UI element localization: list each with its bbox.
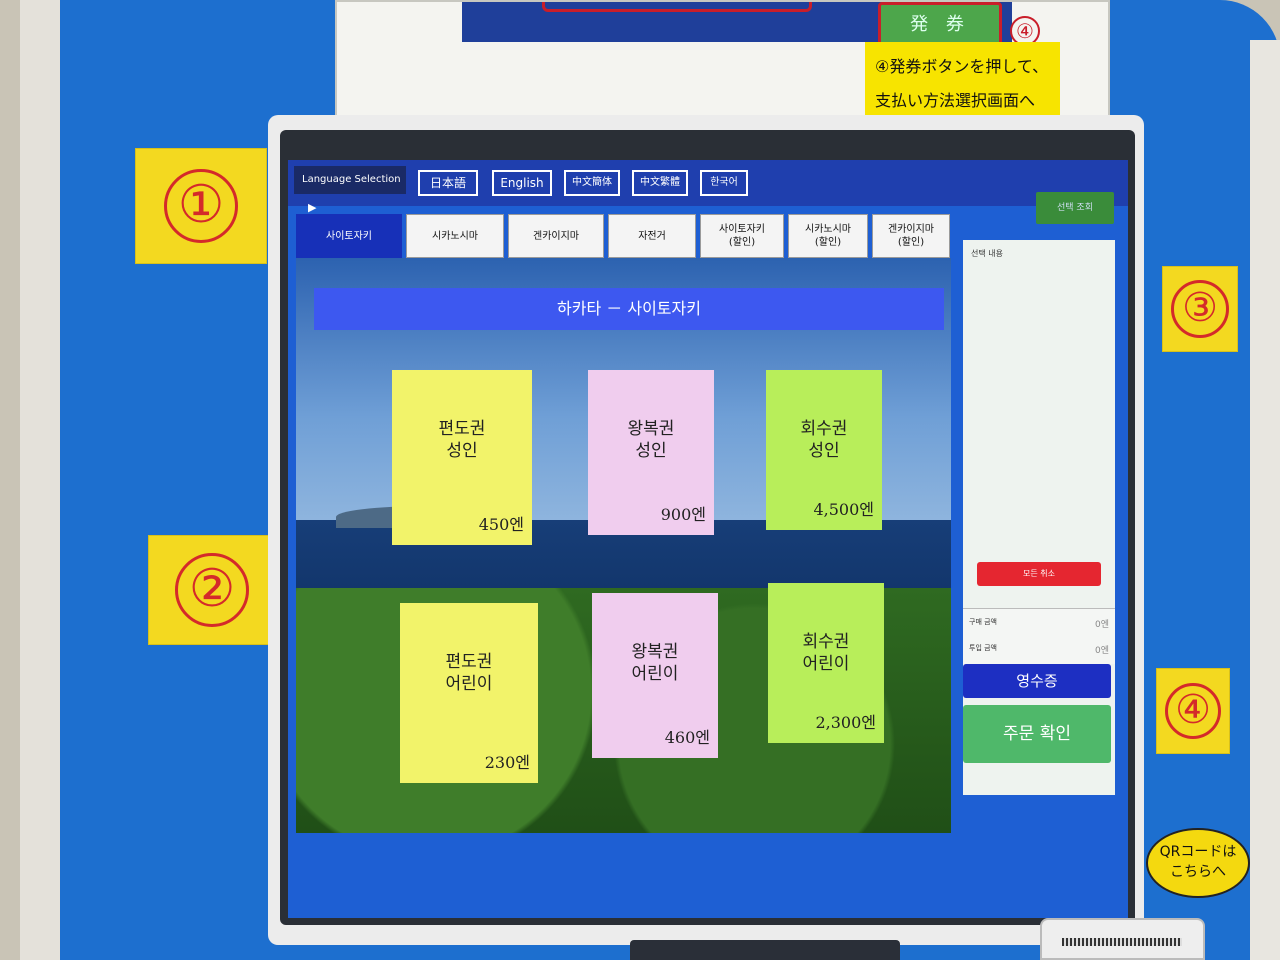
step-sticker-4: ④ <box>1156 668 1230 754</box>
reader-grill <box>1062 938 1182 946</box>
qr-note-line2: こちらへ <box>1170 864 1226 880</box>
ticket-type: 편도권 <box>438 419 486 439</box>
ticket-passenger: 어린이 <box>445 674 493 694</box>
ticket-button-roundtrip-child[interactable]: 왕복권 어린이 460엔 <box>592 593 718 758</box>
ticket-passenger: 어린이 <box>802 654 850 674</box>
lang-button-english[interactable]: English <box>492 170 552 196</box>
tab-bicycle[interactable]: 자전거 <box>608 214 696 258</box>
ticket-name: 편도권 성인 <box>392 418 532 462</box>
step-number-1: ① <box>164 169 238 243</box>
clear-all-button[interactable]: 모든 취소 <box>977 562 1101 586</box>
purchase-amount-row: 구매 금액 0엔 <box>969 617 1109 630</box>
purchase-amount-value: 0엔 <box>1094 620 1109 630</box>
touch-screen: Language Selection ▶ 日本語 English 中文簡体 中文… <box>288 160 1128 918</box>
ticket-type: 회수권 <box>802 632 850 652</box>
route-title: 하카타 － 사이토자키 <box>314 288 944 330</box>
ticket-passenger: 성인 <box>808 441 840 461</box>
ticket-passenger: 어린이 <box>631 664 679 684</box>
order-confirm-button[interactable]: 주문 확인 <box>963 705 1111 763</box>
tab-genkaijima-discount[interactable]: 겐카이지마 (할인) <box>872 214 950 258</box>
step-number-2: ② <box>175 553 249 627</box>
totals-box: 구매 금액 0엔 투입 금액 0엔 <box>963 608 1115 664</box>
tab-saitozaki[interactable]: 사이토자키 <box>296 214 402 258</box>
language-selection-label: Language Selection ▶ <box>294 166 406 214</box>
ticket-passenger: 성인 <box>446 441 478 461</box>
ticket-price: 2,300엔 <box>815 713 876 732</box>
ticket-name: 왕복권 어린이 <box>592 641 718 685</box>
instruction-highlight <box>542 2 812 12</box>
tab-genkaijima[interactable]: 겐카이지마 <box>508 214 604 258</box>
deposit-amount-value: 0엔 <box>1094 646 1109 656</box>
receipt-button[interactable]: 영수증 <box>963 664 1111 698</box>
qr-code-reader[interactable] <box>1040 918 1205 960</box>
selection-lookup-button[interactable]: 선택 조회 <box>1036 192 1114 224</box>
ticket-button-oneway-adult[interactable]: 편도권 성인 450엔 <box>392 370 532 545</box>
route-tabs: 사이토자키 시카노시마 겐카이지마 자전거 사이토자키 (할인) 시카노시마 (… <box>296 214 951 258</box>
tab-shikanoshima[interactable]: 시카노시마 <box>406 214 504 258</box>
ticket-type: 편도권 <box>445 652 493 672</box>
ticket-price: 230엔 <box>484 753 530 772</box>
ticket-button-coupon-child[interactable]: 회수권 어린이 2,300엔 <box>768 583 884 743</box>
ticket-name: 편도권 어린이 <box>400 651 538 695</box>
lang-button-japanese[interactable]: 日本語 <box>418 170 478 196</box>
ticket-area: 하카타 － 사이토자키 편도권 성인 450엔 왕복권 성인 900엔 회수권 성인 … <box>296 258 951 833</box>
lang-button-simplified-chinese[interactable]: 中文簡体 <box>564 170 620 196</box>
qr-note-line1: QRコードは <box>1159 844 1237 860</box>
ticket-type: 회수권 <box>800 419 848 439</box>
ticket-price: 460엔 <box>664 728 710 747</box>
ticket-slot <box>630 940 900 960</box>
lang-button-korean[interactable]: 한국어 <box>700 170 748 196</box>
step-sticker-2: ② <box>148 535 276 645</box>
purchase-amount-label: 구매 금액 <box>969 618 997 626</box>
step-sticker-3: ③ <box>1162 266 1238 352</box>
ticket-button-coupon-adult[interactable]: 회수권 성인 4,500엔 <box>766 370 882 530</box>
ticket-button-roundtrip-adult[interactable]: 왕복권 성인 900엔 <box>588 370 714 535</box>
ticket-price: 900엔 <box>660 505 706 524</box>
step-note-line1: ④発券ボタンを押して、 <box>875 57 1049 76</box>
step-sticker-1: ① <box>135 148 267 264</box>
ticket-type: 왕복권 <box>627 419 675 439</box>
language-bar: Language Selection ▶ 日本語 English 中文簡体 中文… <box>288 160 1128 214</box>
step-number-3: ③ <box>1171 280 1229 338</box>
ticket-price: 4,500엔 <box>813 500 874 519</box>
ticket-name: 왕복권 성인 <box>588 418 714 462</box>
qr-code-note: QRコードは こちらへ <box>1146 828 1250 898</box>
ticket-passenger: 성인 <box>635 441 667 461</box>
ticket-name: 회수권 성인 <box>766 418 882 462</box>
ticket-type: 왕복권 <box>631 642 679 662</box>
machine-frame-right <box>1250 40 1280 960</box>
step-note-line2: 支払い方法選択画面へ <box>875 91 1036 110</box>
step-number-4: ④ <box>1165 683 1221 739</box>
play-arrow-icon: ▶ <box>308 201 317 214</box>
deposit-amount-label: 투입 금액 <box>969 644 997 652</box>
selection-title: 선택 내용 <box>971 249 1003 258</box>
ticket-button-oneway-child[interactable]: 편도권 어린이 230엔 <box>400 603 538 783</box>
tab-shikanoshima-discount[interactable]: 시카노시마 (할인) <box>788 214 868 258</box>
lang-button-traditional-chinese[interactable]: 中文繁體 <box>632 170 688 196</box>
ticket-name: 회수권 어린이 <box>768 631 884 675</box>
tab-saitozaki-discount[interactable]: 사이토자키 (할인) <box>700 214 784 258</box>
ticket-price: 450엔 <box>478 515 524 534</box>
deposit-amount-row: 투입 금액 0엔 <box>969 643 1109 656</box>
language-selection-text: Language Selection <box>302 174 401 185</box>
